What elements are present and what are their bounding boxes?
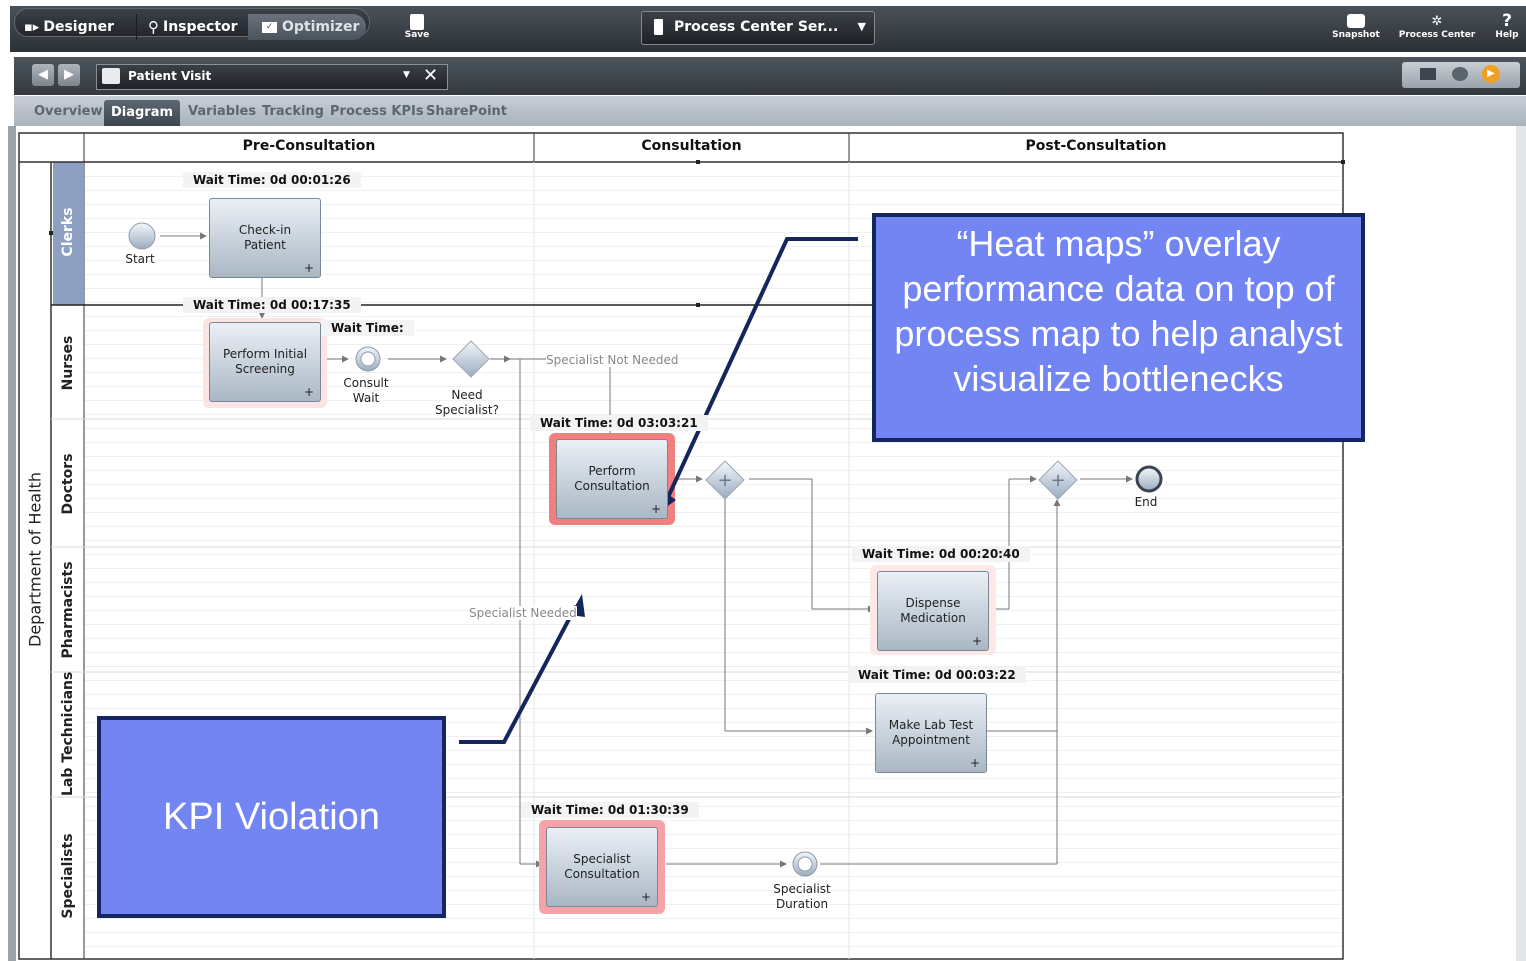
expand-icon: + [650, 502, 661, 516]
flow-label-not-needed: Specialist Not Needed [546, 353, 679, 367]
end-event-label: End [1134, 495, 1158, 509]
task-perform-initial-screening[interactable]: Perform Initial Screening + [209, 322, 321, 402]
heatmap-callout: “Heat maps” overlay performance data on … [872, 213, 1365, 442]
wait-time-dispense: Wait Time: 0d 00:20:40 [852, 546, 1030, 562]
wait-time-specialist: Wait Time: 0d 01:30:39 [521, 802, 699, 818]
kpi-violation-callout: KPI Violation [97, 716, 446, 918]
task-perform-consultation[interactable]: Perform Consultation + [556, 439, 668, 519]
expand-icon: + [303, 261, 314, 275]
expand-icon: + [640, 890, 651, 904]
lane-nurses: Nurses [60, 335, 76, 391]
task-check-in-patient[interactable]: Check-in Patient + [209, 198, 321, 278]
flow-label-needed: Specialist Needed [469, 606, 577, 620]
lane-lab-technicians: Lab Technicians [60, 671, 76, 796]
expand-icon: + [971, 634, 982, 648]
wait-time-checkin: Wait Time: 0d 00:01:26 [183, 172, 361, 188]
lane-specialists: Specialists [60, 833, 76, 919]
specialist-duration-label: Specialist Duration [773, 882, 831, 911]
task-specialist-consultation[interactable]: Specialist Consultation + [546, 827, 658, 907]
svg-text:+: + [1050, 470, 1065, 491]
lane-pharmacists: Pharmacists [60, 561, 76, 659]
wait-time-screening-side: Wait Time: [321, 320, 414, 336]
start-event-label: Start [125, 252, 155, 266]
expand-icon: + [303, 385, 314, 399]
phase-pre-consultation: Pre-Consultation [242, 138, 376, 154]
lane-doctors: Doctors [60, 453, 76, 515]
task-dispense-medication[interactable]: Dispense Medication + [877, 571, 989, 651]
lane-clerks: Clerks [60, 207, 76, 257]
phase-consultation: Consultation [641, 138, 742, 154]
wait-time-consultation: Wait Time: 0d 03:03:21 [530, 415, 708, 431]
pool-label: Department of Health [25, 472, 45, 647]
expand-icon: + [969, 756, 980, 770]
task-make-lab-test-appointment[interactable]: Make Lab Test Appointment + [875, 693, 987, 773]
wait-time-screening: Wait Time: 0d 00:17:35 [183, 297, 361, 313]
consult-wait-label: Consult Wait [343, 376, 389, 405]
svg-text:+: + [717, 470, 732, 491]
gateway-need-specialist-label: Need Specialist? [435, 388, 499, 417]
wait-time-labtest: Wait Time: 0d 00:03:22 [848, 667, 1026, 683]
phase-post-consultation: Post-Consultation [1025, 138, 1167, 154]
